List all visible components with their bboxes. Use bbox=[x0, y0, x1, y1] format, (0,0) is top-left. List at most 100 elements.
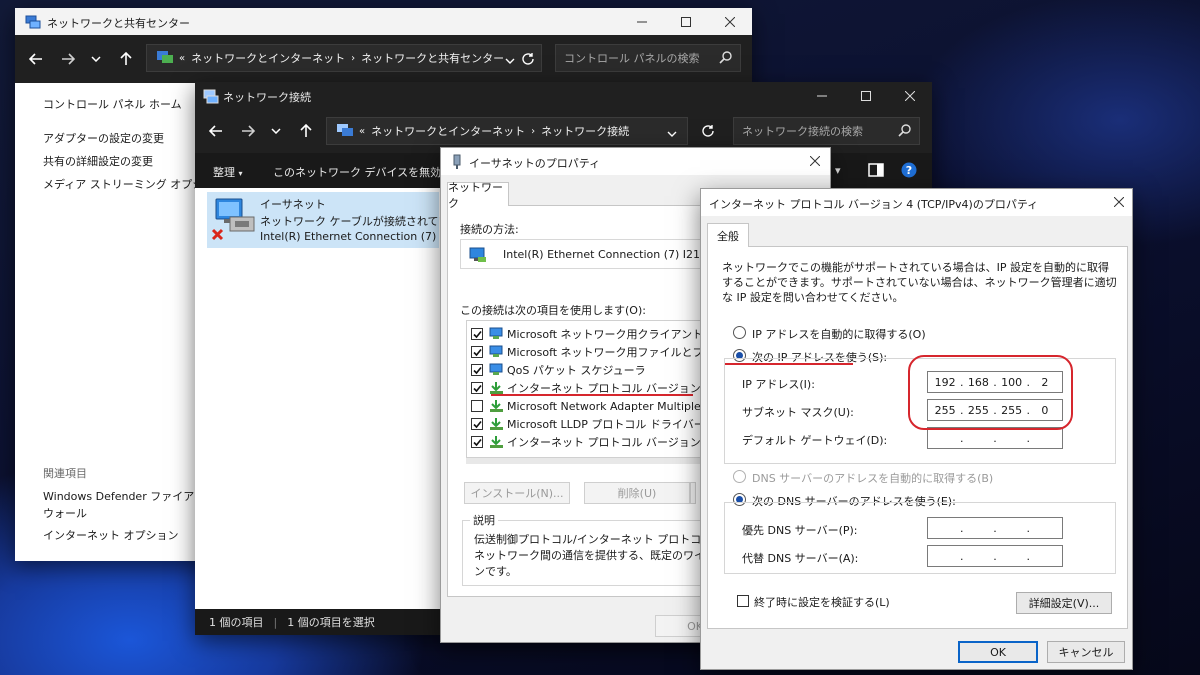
ethernet-adapter-icon bbox=[210, 195, 256, 248]
ip-dot: . bbox=[993, 549, 997, 563]
internet-options-link[interactable]: インターネット オプション bbox=[43, 527, 179, 543]
component-list[interactable]: Microsoft ネットワーク用クライアント Microsoft ネットワーク用… bbox=[466, 320, 706, 458]
breadcrumb-chevron-icon: › bbox=[531, 125, 536, 137]
component-checkbox[interactable] bbox=[471, 346, 483, 358]
ethernet-icon bbox=[451, 154, 463, 173]
tab-label: 全般 bbox=[717, 229, 739, 243]
network-client-icon bbox=[489, 345, 504, 359]
maximize-button[interactable] bbox=[844, 82, 888, 109]
component-list-item[interactable]: Microsoft ネットワーク用クライアント bbox=[467, 325, 705, 343]
preferred-dns-field[interactable]: . . . bbox=[927, 517, 1063, 539]
component-label: インターネット プロトコル バージョン 6 (TCP/IPv bbox=[507, 436, 705, 449]
recent-dropdown-icon[interactable] bbox=[83, 46, 109, 72]
preview-pane-icon[interactable] bbox=[868, 163, 884, 180]
help-icon[interactable]: ? bbox=[901, 162, 917, 181]
forward-arrow-icon[interactable] bbox=[235, 118, 261, 144]
dialog-title-bar[interactable]: イーサネットのプロパティ bbox=[441, 148, 830, 175]
refresh-icon[interactable] bbox=[695, 118, 721, 144]
adapter-tile-ethernet[interactable]: イーサネット ネットワーク ケーブルが接続されていま... Intel(R) E… bbox=[207, 192, 471, 248]
default-gateway-field[interactable]: . . . bbox=[927, 427, 1063, 449]
breadcrumb-item[interactable]: ネットワークとインターネット bbox=[191, 50, 345, 66]
organize-button[interactable]: 整理 ▾ bbox=[213, 164, 243, 180]
title-bar[interactable]: ネットワーク接続 bbox=[195, 82, 932, 109]
component-checkbox[interactable] bbox=[471, 418, 483, 430]
component-checkbox[interactable] bbox=[471, 382, 483, 394]
more-options-chevron-icon[interactable]: ▾ bbox=[835, 164, 841, 177]
component-list-item[interactable]: インターネット プロトコル バージョン 6 (TCP/IPv bbox=[467, 433, 705, 451]
default-gateway-label: デフォルト ゲートウェイ(D): bbox=[742, 434, 888, 447]
alternate-dns-field[interactable]: . . . bbox=[927, 545, 1063, 567]
close-icon[interactable] bbox=[809, 155, 821, 169]
protocol-icon bbox=[489, 399, 504, 413]
change-adapter-settings-link[interactable]: アダプターの設定の変更 bbox=[43, 130, 164, 146]
close-button[interactable] bbox=[888, 82, 932, 109]
breadcrumb-item[interactable]: ネットワーク接続 bbox=[541, 123, 629, 139]
component-checkbox[interactable] bbox=[471, 364, 483, 376]
title-bar[interactable]: ネットワークと共有センター bbox=[15, 8, 752, 35]
back-arrow-icon[interactable] bbox=[203, 118, 229, 144]
tab-network[interactable]: ネットワーク bbox=[447, 181, 509, 210]
address-bar[interactable]: « ネットワークとインターネット › ネットワークと共有センター bbox=[146, 44, 542, 72]
search-input[interactable]: ネットワーク接続の検索 bbox=[733, 117, 920, 145]
minimize-button[interactable] bbox=[800, 82, 844, 109]
close-button[interactable] bbox=[708, 8, 752, 35]
up-arrow-icon[interactable] bbox=[293, 118, 319, 144]
install-button[interactable]: インストール(N)... bbox=[464, 482, 570, 504]
ip-address-label: IP アドレス(I): bbox=[742, 378, 815, 391]
component-checkbox[interactable] bbox=[471, 328, 483, 340]
maximize-button[interactable] bbox=[664, 8, 708, 35]
minimize-button[interactable] bbox=[620, 8, 664, 35]
breadcrumb-chevron-icon: › bbox=[351, 52, 356, 64]
up-arrow-icon[interactable] bbox=[113, 46, 139, 72]
address-dropdown-icon[interactable] bbox=[505, 54, 515, 67]
validate-on-exit-label: 終了時に設定を検証する(L) bbox=[754, 596, 890, 609]
recent-dropdown-icon[interactable] bbox=[263, 118, 289, 144]
properties-button[interactable] bbox=[690, 482, 696, 504]
items-label: この接続は次の項目を使用します(O): bbox=[460, 304, 646, 317]
control-panel-home-link[interactable]: コントロール パネル ホーム bbox=[43, 96, 182, 112]
description-text: 伝送制御プロトコル/インターネット プロトコル。相互 ネットワーク間の通信を提供… bbox=[474, 533, 706, 578]
firewall-link[interactable]: Windows Defender ファイアウォール bbox=[43, 488, 195, 522]
advanced-settings-button[interactable]: 詳細設定(V)... bbox=[1016, 592, 1112, 614]
refresh-icon[interactable] bbox=[515, 46, 541, 72]
network-client-icon bbox=[489, 363, 504, 377]
breadcrumb-item[interactable]: ネットワークと共有センター bbox=[361, 50, 504, 66]
validate-on-exit-checkbox[interactable] bbox=[737, 595, 749, 607]
breadcrumb-item[interactable]: ネットワークとインターネット bbox=[371, 123, 525, 139]
search-input[interactable]: コントロール パネルの検索 bbox=[555, 44, 741, 72]
radio-auto-ip[interactable] bbox=[733, 326, 746, 339]
address-bar[interactable]: « ネットワークとインターネット › ネットワーク接続 bbox=[326, 117, 688, 145]
forward-arrow-icon[interactable] bbox=[55, 46, 81, 72]
radio-auto-dns-label: DNS サーバーのアドレスを自動的に取得する(B) bbox=[752, 472, 994, 485]
window-app-icon bbox=[25, 14, 41, 33]
chevron-down-icon: ▾ bbox=[238, 169, 243, 178]
ip-dot: . bbox=[1026, 549, 1031, 563]
horizontal-scrollbar[interactable] bbox=[466, 458, 706, 464]
ip-dot: . bbox=[960, 431, 964, 445]
component-list-item[interactable]: Microsoft Network Adapter Multiplexor bbox=[467, 397, 705, 415]
ok-button[interactable]: OK bbox=[958, 641, 1038, 663]
component-list-item[interactable]: QoS パケット スケジューラ bbox=[467, 361, 705, 379]
uninstall-button[interactable]: 削除(U) bbox=[584, 482, 690, 504]
network-client-icon bbox=[489, 327, 504, 341]
component-checkbox[interactable] bbox=[471, 400, 483, 412]
cancel-button[interactable]: キャンセル bbox=[1047, 641, 1125, 663]
protocol-icon bbox=[489, 435, 504, 449]
ipv4-properties-dialog: インターネット プロトコル バージョン 4 (TCP/IPv4)のプロパティ 全… bbox=[700, 188, 1133, 670]
component-list-item[interactable]: Microsoft ネットワーク用ファイルとプリンター共 bbox=[467, 343, 705, 361]
back-arrow-icon[interactable] bbox=[23, 46, 49, 72]
preferred-dns-label: 優先 DNS サーバー(P): bbox=[742, 524, 858, 537]
dialog-title-bar[interactable]: インターネット プロトコル バージョン 4 (TCP/IPv4)のプロパティ bbox=[701, 189, 1132, 216]
search-icon bbox=[719, 51, 732, 67]
advanced-sharing-settings-link[interactable]: 共有の詳細設定の変更 bbox=[43, 153, 153, 169]
radio-auto-dns[interactable] bbox=[733, 470, 746, 483]
address-dropdown-icon[interactable] bbox=[667, 127, 677, 140]
svg-text:?: ? bbox=[906, 164, 912, 177]
component-checkbox[interactable] bbox=[471, 436, 483, 448]
search-placeholder: コントロール パネルの検索 bbox=[564, 52, 700, 65]
adapter-name: Intel(R) Ethernet Connection (7) I219-LM bbox=[503, 248, 727, 261]
component-list-item[interactable]: Microsoft LLDP プロトコル ドライバー bbox=[467, 415, 705, 433]
close-icon[interactable] bbox=[1113, 196, 1125, 210]
protocol-icon bbox=[489, 417, 504, 431]
tab-general[interactable]: 全般 bbox=[707, 223, 749, 247]
